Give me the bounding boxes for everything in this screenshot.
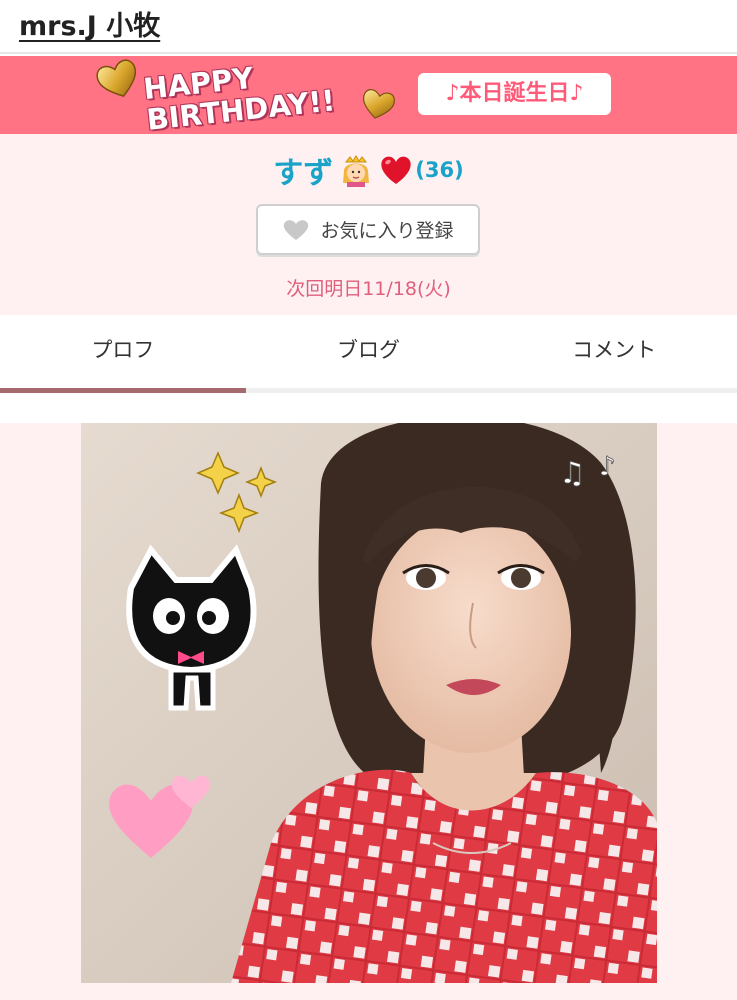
birthday-banner: HAPPY BIRTHDAY!! ♪本日誕生日♪ [0, 56, 737, 137]
princess-icon [343, 155, 370, 187]
name-row: すず (36) [0, 148, 737, 192]
favorite-count: (36) [415, 158, 464, 182]
cast-name: すず [273, 156, 334, 191]
tab-comment[interactable]: コメント [491, 315, 737, 393]
birthday-today-badge: ♪本日誕生日♪ [418, 73, 611, 115]
shop-name-link[interactable]: mrs.J 小牧 [19, 4, 160, 43]
svg-text:♫: ♫ [559, 456, 586, 491]
photo-area: ♫ ♪ [0, 423, 737, 1000]
red-heart-icon [381, 156, 411, 184]
tab-blog[interactable]: ブログ [246, 315, 492, 393]
next-shift-text: 次回明日11/18(火) [286, 278, 451, 300]
profile-tabs: プロフ ブログ コメント [0, 315, 737, 393]
profile-photo-image: ♫ ♪ [81, 423, 657, 983]
profile-photo[interactable]: ♫ ♪ [81, 423, 657, 983]
happy-birthday-text: HAPPY BIRTHDAY!! [142, 50, 378, 144]
gold-heart-icon [96, 59, 137, 97]
profile-header: すず (36) お気に入り登録 次回明日11/18(火) [0, 134, 737, 315]
gold-heart-icon [362, 89, 395, 119]
tab-profile[interactable]: プロフ [0, 315, 246, 393]
svg-text:♪: ♪ [599, 452, 616, 482]
heart-outline-icon [284, 219, 309, 240]
add-favorite-button[interactable]: お気に入り登録 [256, 204, 480, 255]
profile-content: ♫ ♪ [0, 393, 737, 1000]
add-favorite-label: お気に入り登録 [320, 220, 454, 242]
top-bar: mrs.J 小牧 [0, 0, 737, 54]
